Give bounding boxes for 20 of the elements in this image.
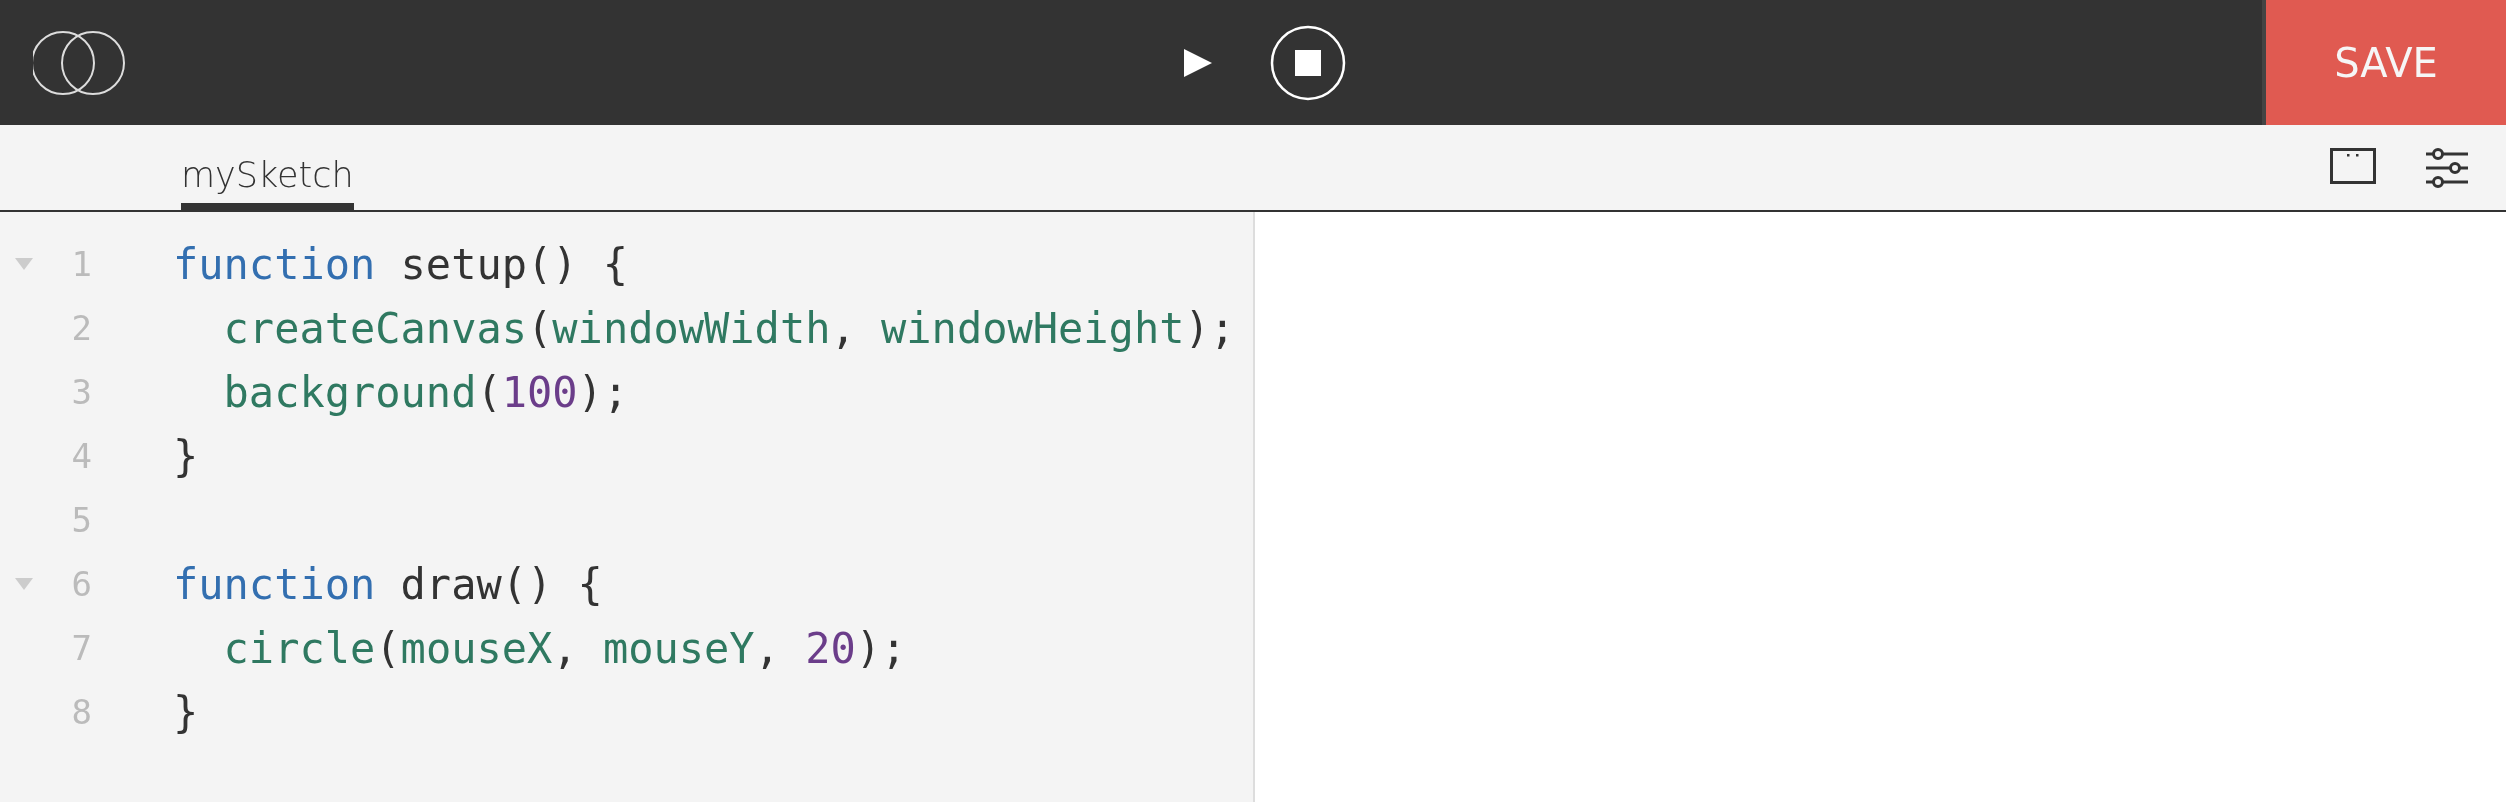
code-line: function draw() { [173,559,603,609]
code-line: circle(mouseX, mouseY, 20); [222,623,907,673]
line-number: 1 [70,244,92,284]
line-number: 8 [70,692,92,732]
logo-icon [33,29,125,96]
play-button[interactable] [1181,46,1214,79]
code-line: } [173,687,199,737]
code-line: function setup() { [173,239,629,289]
window-icon[interactable] [2330,147,2376,184]
stop-button[interactable] [1269,24,1346,101]
line-number: 4 [70,436,92,476]
settings-icon[interactable] [2426,147,2468,188]
code-line: createCanvas(windowWidth, windowHeight); [222,303,1236,353]
code-line: background(100); [222,367,629,417]
code-line: } [173,431,199,481]
line-number: 2 [70,308,92,348]
line-number: 3 [70,372,92,412]
line-number: 7 [70,628,92,668]
line-number: 5 [70,500,92,540]
line-number: 6 [70,564,92,604]
